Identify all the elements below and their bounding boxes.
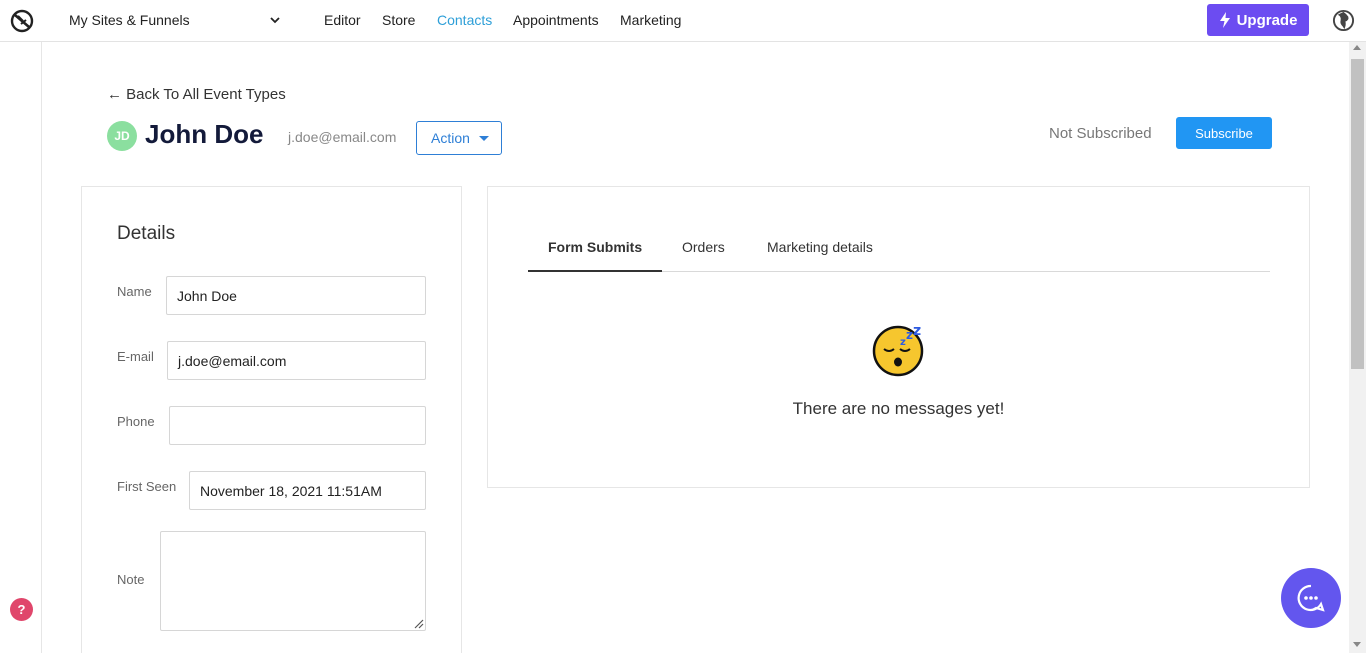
svg-text:z: z [913, 323, 921, 339]
action-label: Action [431, 130, 470, 146]
subscription-status: Not Subscribed [1049, 125, 1152, 142]
scroll-thumb[interactable] [1351, 59, 1364, 369]
scroll-down-arrow-icon[interactable] [1353, 642, 1361, 647]
chat-button[interactable] [1281, 568, 1341, 628]
svg-text:z: z [906, 328, 913, 342]
first-seen-field[interactable]: November 18, 2021 11:51AM [189, 471, 426, 510]
scroll-up-arrow-icon[interactable] [1353, 45, 1361, 50]
contact-email: j.doe@email.com [288, 129, 397, 145]
tab-orders[interactable]: Orders [682, 239, 725, 255]
nav-appointments[interactable]: Appointments [513, 12, 599, 28]
caret-down-icon [479, 136, 489, 141]
nav-marketing[interactable]: Marketing [620, 12, 681, 28]
empty-message: There are no messages yet! [792, 399, 1005, 418]
note-textarea[interactable] [160, 531, 426, 631]
help-button[interactable]: ? [10, 598, 33, 621]
upgrade-label: Upgrade [1236, 11, 1298, 29]
logo-icon[interactable] [10, 9, 34, 33]
phone-label: Phone [117, 414, 155, 429]
scrollbar[interactable] [1349, 42, 1366, 653]
name-field[interactable]: John Doe [166, 276, 426, 315]
activity-tabs: Form Submits Orders Marketing details [528, 227, 1270, 272]
sleeping-face-icon: z z z [872, 323, 924, 377]
email-label: E-mail [117, 349, 154, 364]
back-link[interactable]: ← Back To All Event Types [107, 86, 286, 103]
nav-store[interactable]: Store [382, 12, 415, 28]
chat-icon [1297, 584, 1325, 612]
activity-panel: Form Submits Orders Marketing details z … [487, 186, 1310, 488]
top-nav: My Sites & Funnels Editor Store Contacts… [0, 0, 1366, 42]
lightning-icon [1219, 12, 1230, 28]
note-label: Note [117, 572, 145, 587]
nav-contacts[interactable]: Contacts [437, 12, 492, 28]
site-select[interactable]: My Sites & Funnels [69, 12, 190, 28]
email-field[interactable]: j.doe@email.com [167, 341, 426, 380]
upgrade-button[interactable]: Upgrade [1207, 4, 1309, 36]
left-rail [0, 42, 42, 653]
tab-marketing-details[interactable]: Marketing details [767, 239, 873, 255]
first-seen-label: First Seen [117, 479, 177, 494]
details-panel: Details Name John Doe E-mail j.doe@email… [81, 186, 462, 653]
phone-field[interactable] [169, 406, 426, 445]
nav-editor[interactable]: Editor [324, 12, 361, 28]
active-tab-indicator [528, 270, 662, 272]
action-dropdown[interactable]: Action [416, 121, 502, 155]
globe-icon[interactable] [1332, 9, 1355, 32]
contact-name: John Doe [145, 119, 264, 149]
name-label: Name [117, 284, 152, 299]
subscribe-button[interactable]: Subscribe [1176, 117, 1272, 149]
resize-handle-icon[interactable] [412, 617, 424, 629]
chevron-down-icon[interactable] [268, 13, 282, 27]
details-title: Details [117, 223, 176, 244]
avatar: JD [107, 121, 137, 151]
tab-form-submits[interactable]: Form Submits [548, 239, 642, 255]
